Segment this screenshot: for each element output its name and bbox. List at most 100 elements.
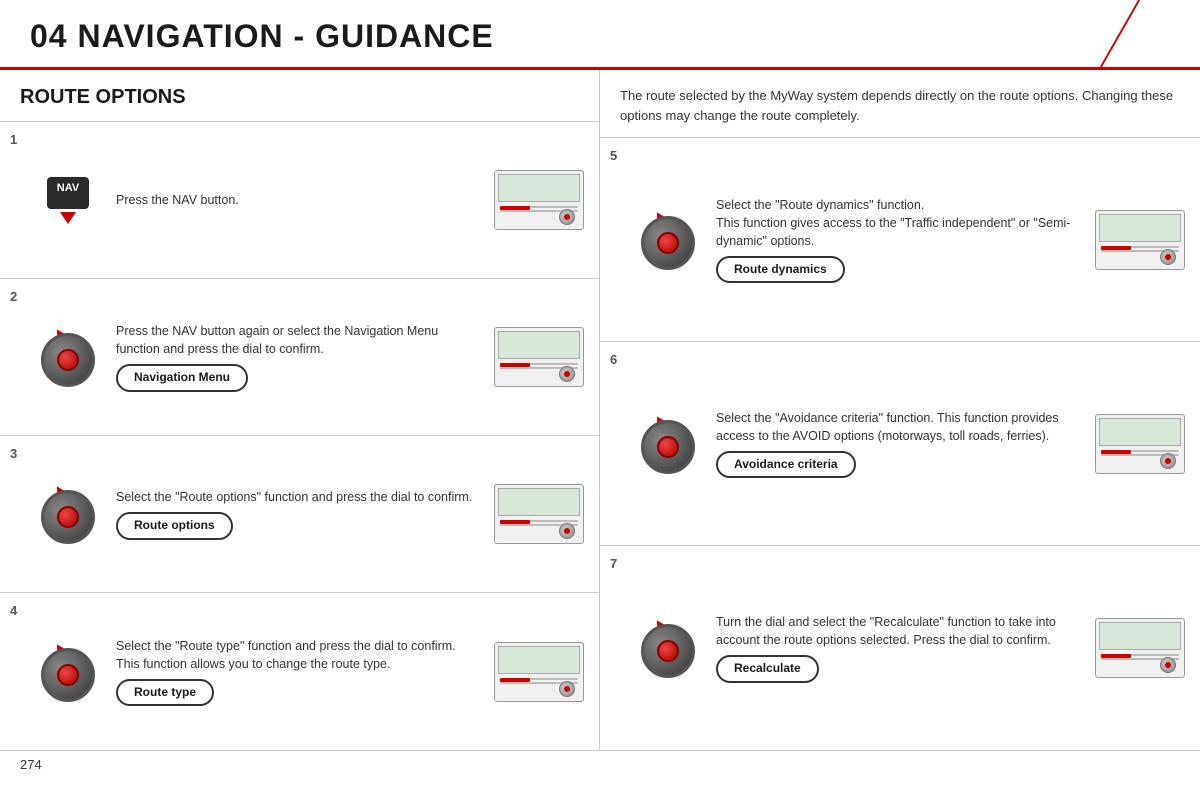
step-image-5 [1090, 210, 1190, 270]
device-highlight-5 [1101, 246, 1131, 250]
dial-center-6 [657, 436, 679, 458]
step-icon-1: NAV [28, 177, 108, 224]
device-image-3 [494, 484, 584, 544]
dial-center-7 [657, 640, 679, 662]
step-text-1: Press the NAV button. [116, 193, 239, 207]
left-panel: ROUTE OPTIONS 1 NAV Press the NAV button… [0, 70, 600, 750]
step-content-4: Select the "Route type" function and pre… [108, 637, 489, 707]
route-options-title: ROUTE OPTIONS [20, 86, 579, 109]
step-image-3 [489, 484, 589, 544]
step-content-3: Select the "Route options" function and … [108, 488, 489, 540]
step-content-7: Turn the dial and select the "Recalculat… [708, 613, 1090, 683]
pill-label-3: Route options [116, 512, 233, 539]
device-knob-center-7 [1165, 662, 1171, 668]
device-screen-4 [498, 646, 580, 674]
pill-label-5: Route dynamics [716, 256, 845, 283]
right-panel: The route selected by the MyWay system d… [600, 70, 1200, 750]
device-screen-1 [498, 174, 580, 202]
dial-icon-6 [638, 414, 698, 474]
pill-label-4: Route type [116, 679, 214, 706]
step-image-2 [489, 327, 589, 387]
device-knob-center-6 [1165, 458, 1171, 464]
device-screen-2 [498, 331, 580, 359]
dial-icon-4 [38, 642, 98, 702]
device-highlight-1 [500, 206, 530, 210]
step-row-1: 1 NAV Press the NAV button. [0, 122, 599, 279]
step-number-3: 3 [10, 444, 28, 461]
step-image-6 [1090, 414, 1190, 474]
intro-text-content: The route selected by the MyWay system d… [620, 88, 1173, 123]
step-content-5: Select the "Route dynamics" function.Thi… [708, 196, 1090, 284]
step-icon-7 [628, 618, 708, 678]
step-row-4: 4 Select the "Route type" function and p… [0, 593, 599, 750]
device-highlight-3 [500, 520, 530, 524]
step-row-7: 7 Turn the dial and select the "Recalcul… [600, 546, 1200, 750]
step-icon-3 [28, 484, 108, 544]
step-image-1 [489, 170, 589, 230]
step-text-3: Select the "Route options" function and … [116, 490, 472, 504]
page-footer: 274 [0, 750, 1200, 778]
step-image-7 [1090, 618, 1190, 678]
device-knob-center-5 [1165, 254, 1171, 260]
device-knob-center-4 [564, 686, 570, 692]
dial-center-2 [57, 349, 79, 371]
step-number-7: 7 [610, 554, 628, 571]
nav-button-icon: NAV [47, 177, 89, 209]
device-knob-center-3 [564, 528, 570, 534]
device-highlight-6 [1101, 450, 1131, 454]
step-row-2: 2 Press the NAV button again or select t… [0, 279, 599, 436]
step-content-6: Select the "Avoidance criteria" function… [708, 409, 1090, 479]
step-text-6: Select the "Avoidance criteria" function… [716, 411, 1059, 443]
step-text-5: Select the "Route dynamics" function.Thi… [716, 198, 1070, 248]
pill-label-7: Recalculate [716, 655, 819, 682]
step-number-6: 6 [610, 350, 628, 367]
device-highlight-2 [500, 363, 530, 367]
intro-text: The route selected by the MyWay system d… [600, 70, 1200, 138]
step-text-7: Turn the dial and select the "Recalculat… [716, 615, 1056, 647]
step-image-4 [489, 642, 589, 702]
device-knob-center-1 [564, 214, 570, 220]
device-image-1 [494, 170, 584, 230]
step-icon-4 [28, 642, 108, 702]
dial-icon-7 [638, 618, 698, 678]
device-screen-7 [1099, 622, 1181, 650]
step-icon-5 [628, 210, 708, 270]
step-icon-2 [28, 327, 108, 387]
step-number-4: 4 [10, 601, 28, 618]
device-image-4 [494, 642, 584, 702]
step-icon-6 [628, 414, 708, 474]
step-number-2: 2 [10, 287, 28, 304]
step-content-2: Press the NAV button again or select the… [108, 322, 489, 392]
main-content: ROUTE OPTIONS 1 NAV Press the NAV button… [0, 70, 1200, 750]
steps-left: 1 NAV Press the NAV button. [0, 122, 599, 750]
device-screen-6 [1099, 418, 1181, 446]
dial-icon-5 [638, 210, 698, 270]
page-number: 274 [20, 757, 42, 772]
nav-arrow-icon [60, 212, 76, 224]
dial-center-5 [657, 232, 679, 254]
device-highlight-4 [500, 678, 530, 682]
pill-label-6: Avoidance criteria [716, 451, 856, 478]
steps-right: 5 Select the "Route dynamics" function.T… [600, 138, 1200, 750]
step-content-1: Press the NAV button. [108, 191, 489, 209]
step-row-6: 6 Select the "Avoidance criteria" functi… [600, 342, 1200, 546]
device-highlight-7 [1101, 654, 1131, 658]
header-decoration [1080, 0, 1160, 67]
step-text-4: Select the "Route type" function and pre… [116, 639, 456, 671]
device-image-6 [1095, 414, 1185, 474]
step-text-2: Press the NAV button again or select the… [116, 324, 438, 356]
page-title: 04 NAVIGATION - GUIDANCE [30, 18, 1170, 55]
device-screen-3 [498, 488, 580, 516]
device-image-5 [1095, 210, 1185, 270]
page-header: 04 NAVIGATION - GUIDANCE [0, 0, 1200, 70]
device-image-2 [494, 327, 584, 387]
step-row-5: 5 Select the "Route dynamics" function.T… [600, 138, 1200, 342]
dial-icon-2 [38, 327, 98, 387]
device-screen-5 [1099, 214, 1181, 242]
dial-center-4 [57, 664, 79, 686]
device-knob-center-2 [564, 371, 570, 377]
step-number-1: 1 [10, 130, 28, 147]
pill-label-2: Navigation Menu [116, 364, 248, 391]
route-options-header: ROUTE OPTIONS [0, 70, 599, 122]
step-number-5: 5 [610, 146, 628, 163]
